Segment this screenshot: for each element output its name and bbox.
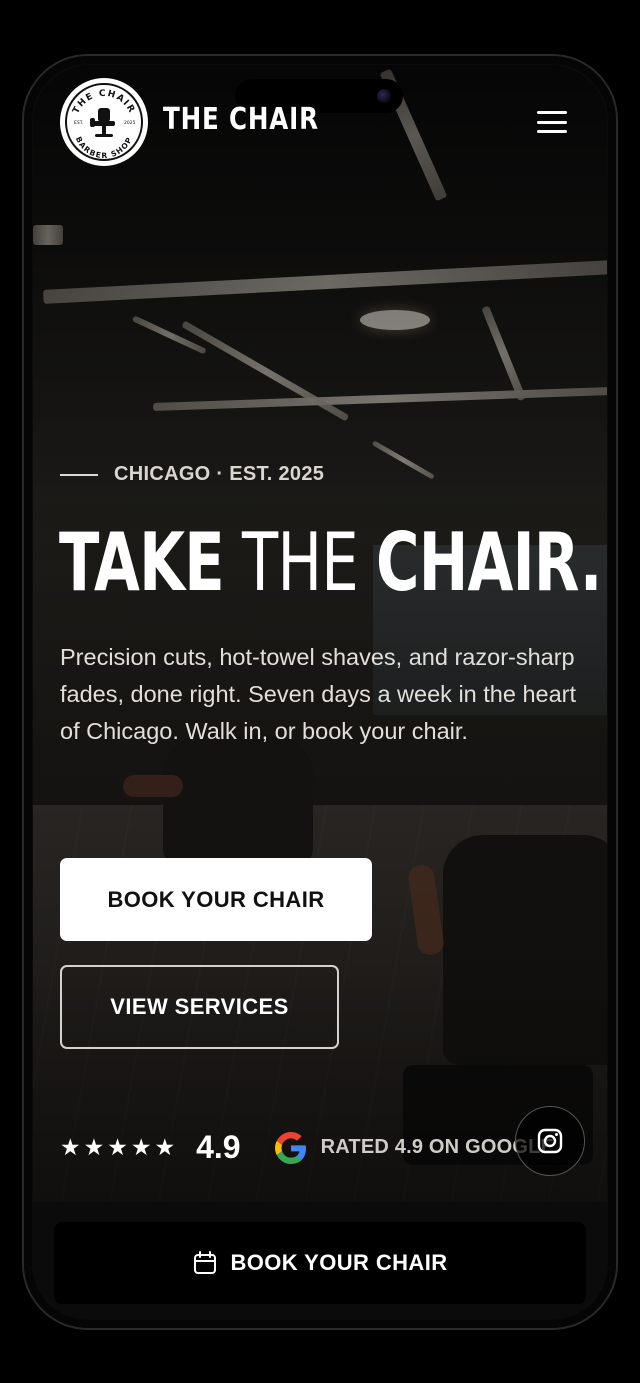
brand-name[interactable]: THE CHAIR bbox=[163, 102, 319, 137]
book-your-chair-button[interactable]: BOOK YOUR CHAIR bbox=[60, 858, 372, 941]
logo-est-text: EST. bbox=[74, 120, 83, 126]
screen: THE CHAIR BARBER SHOP EST. 2025 THE CHAI… bbox=[33, 65, 607, 1319]
rating-score: 4.9 bbox=[196, 1129, 241, 1165]
star-icon: ★★★★★ bbox=[60, 1134, 179, 1160]
headline-word-chair: CHAIR. bbox=[375, 516, 602, 609]
rating-row: ★★★★★ 4.9 RATED 4.9 ON GOOGLE bbox=[60, 1129, 553, 1166]
logo[interactable]: THE CHAIR BARBER SHOP EST. 2025 bbox=[60, 78, 148, 166]
phone-frame: THE CHAIR BARBER SHOP EST. 2025 THE CHAI… bbox=[24, 56, 616, 1328]
eyebrow-text: CHICAGO · EST. 2025 bbox=[114, 463, 325, 485]
view-services-button[interactable]: VIEW SERVICES bbox=[60, 965, 339, 1049]
logo-year-text: 2025 bbox=[124, 120, 136, 126]
sticky-booking-bar: BOOK YOUR CHAIR bbox=[33, 1202, 607, 1319]
svg-text:BARBER SHOP: BARBER SHOP bbox=[74, 135, 134, 160]
sticky-book-button[interactable]: BOOK YOUR CHAIR bbox=[54, 1222, 586, 1304]
calendar-icon bbox=[194, 1251, 217, 1274]
hero-eyebrow: CHICAGO · EST. 2025 bbox=[60, 463, 324, 486]
menu-icon[interactable] bbox=[535, 105, 569, 139]
logo-emblem: THE CHAIR BARBER SHOP EST. 2025 bbox=[65, 83, 143, 161]
google-icon bbox=[274, 1131, 306, 1164]
eyebrow-rule bbox=[60, 473, 98, 476]
sticky-book-label: BOOK YOUR CHAIR bbox=[230, 1250, 448, 1275]
headline-word-take: TAKE bbox=[59, 516, 225, 609]
barber-chair-icon bbox=[90, 108, 115, 137]
hero-description: Precision cuts, hot-towel shaves, and ra… bbox=[60, 644, 577, 744]
instagram-icon[interactable] bbox=[515, 1106, 585, 1176]
logo-bottom-text: BARBER SHOP bbox=[74, 135, 133, 160]
headline-word-the: THE bbox=[242, 516, 359, 609]
rating-row-clip: ★★★★★ 4.9 RATED 4.9 ON GOOGLE bbox=[33, 1105, 553, 1185]
hero-headline: TAKE THE CHAIR. bbox=[59, 523, 602, 603]
front-camera bbox=[377, 89, 391, 103]
instagram-glyph bbox=[537, 1128, 563, 1154]
